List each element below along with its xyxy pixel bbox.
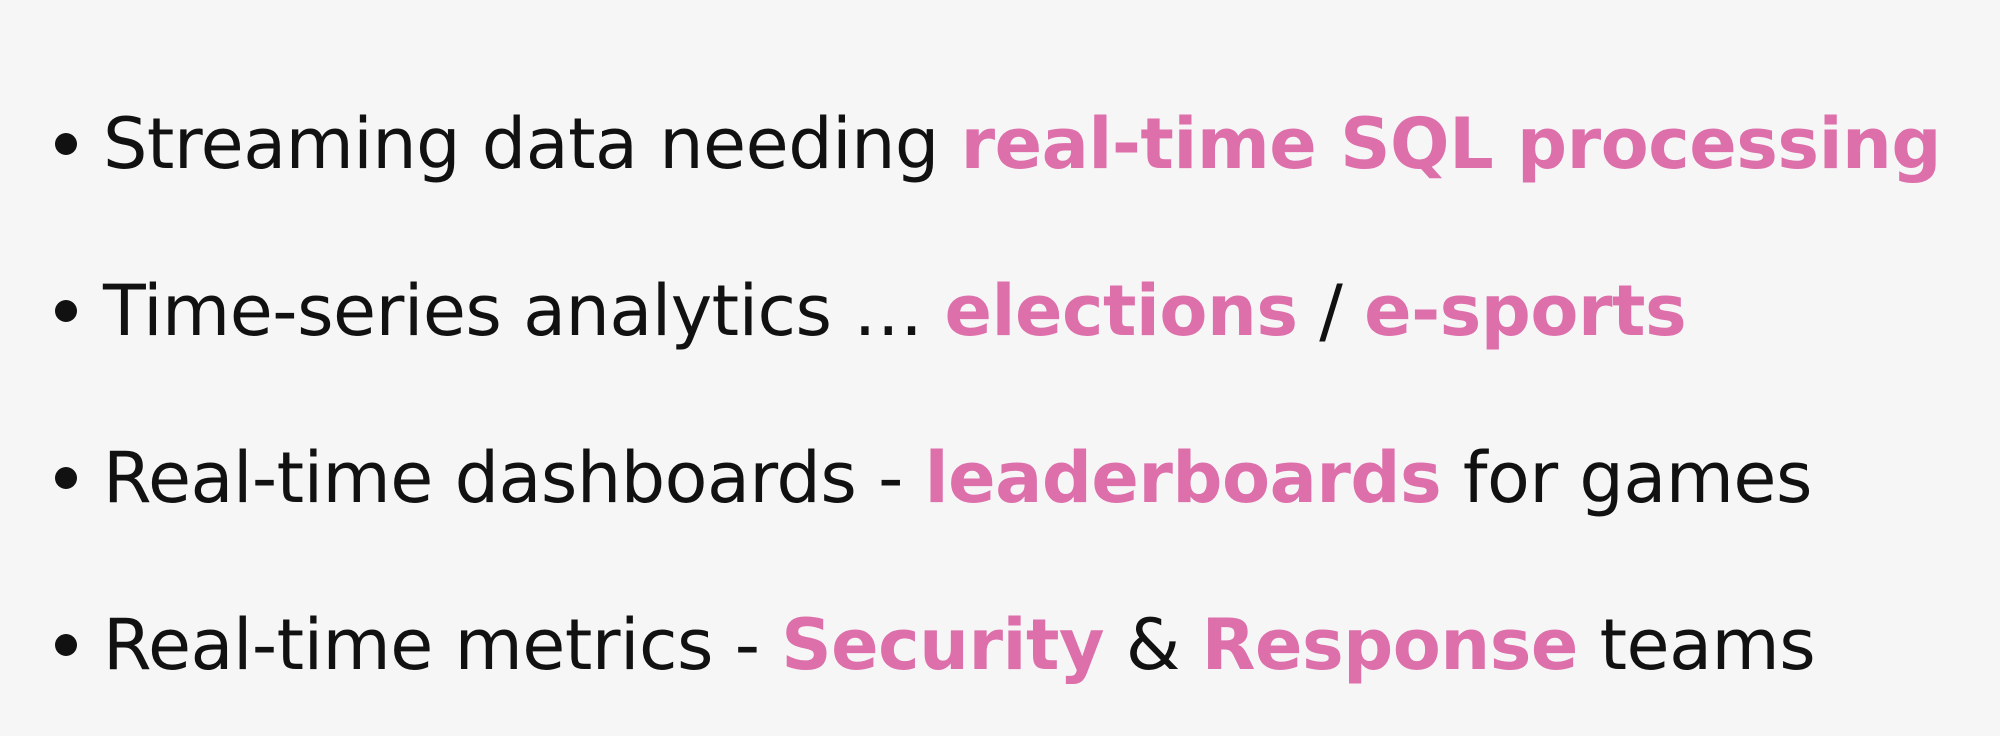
bullet-text-segment: Time-series analytics … [103,269,945,352]
bullet-item-time-series-analytics: Time-series analytics … elections / e-sp… [55,227,2000,394]
slide: Streaming data needing real-time SQL pro… [0,0,2000,736]
bullet-text-segment: teams [1577,603,1816,686]
bullet-text-segment: & [1104,603,1202,686]
bullet-dot-icon [55,466,77,489]
highlighted-text: Security [781,603,1105,686]
bullet-dot-icon [55,132,77,155]
bullet-list: Streaming data needing real-time SQL pro… [55,60,2000,728]
bullet-item-real-time-dashboards: Real-time dashboards - leaderboards for … [55,394,2000,561]
bullet-dot-icon [55,299,77,322]
bullet-text: Real-time metrics - Security & Response … [103,610,1816,680]
highlighted-text: leaderboards [924,436,1442,519]
bullet-text-segment: Streaming data needing [103,102,961,185]
highlighted-text: e-sports [1364,269,1687,352]
bullet-text: Real-time dashboards - leaderboards for … [103,443,1812,513]
bullet-text: Time-series analytics … elections / e-sp… [103,276,1687,346]
bullet-item-streaming-data: Streaming data needing real-time SQL pro… [55,60,2000,227]
bullet-text-segment: for games [1441,436,1813,519]
bullet-text-segment: / [1297,269,1365,352]
bullet-text: Streaming data needing real-time SQL pro… [103,109,1942,179]
bullet-text-segment: Real-time metrics - [103,603,782,686]
highlighted-text: real-time SQL processing [960,102,1942,185]
bullet-item-real-time-metrics: Real-time metrics - Security & Response … [55,561,2000,728]
bullet-dot-icon [55,633,77,656]
highlighted-text: Response [1201,603,1579,686]
highlighted-text: elections [944,269,1299,352]
bullet-text-segment: Real-time dashboards - [103,436,925,519]
